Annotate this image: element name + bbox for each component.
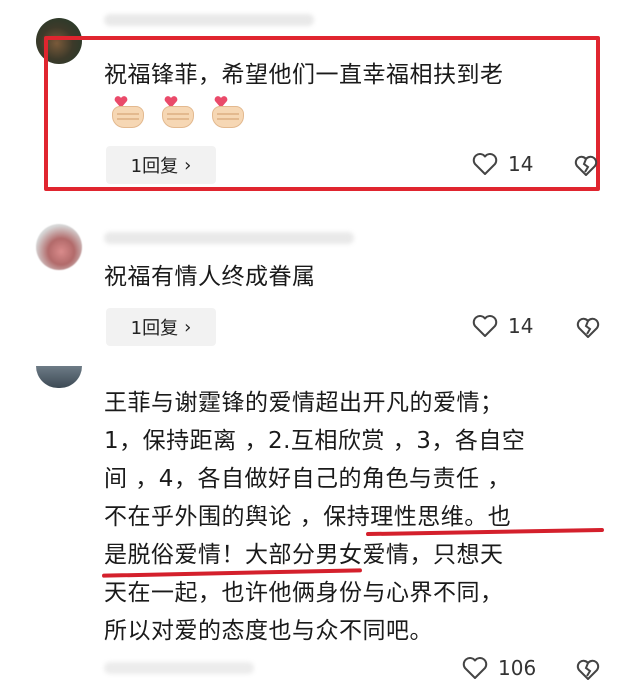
comment-text: 祝福有情人终成眷属 — [104, 264, 316, 290]
comment-text: 是脱俗爱情！大部分男女爱情，只想天 — [104, 542, 504, 568]
hand-heart-emoji-icon — [110, 96, 146, 130]
like-count: 14 — [508, 314, 534, 338]
reply-button[interactable]: 1回复 › — [106, 308, 216, 346]
dislike-icon[interactable] — [576, 658, 600, 682]
like-button[interactable]: 14 — [472, 314, 533, 338]
comment-text: 王菲与谢霆锋的爱情超出开凡的爱情； — [104, 390, 504, 416]
comment-text: 1，保持距离 ，2.互相欣赏 ，3，各自空 — [104, 428, 526, 454]
chevron-right-icon: › — [184, 154, 192, 176]
emoji-row — [110, 96, 246, 130]
like-button[interactable]: 106 — [462, 656, 536, 680]
reply-label: 1回复 — [130, 318, 179, 339]
like-count: 106 — [498, 656, 537, 680]
heart-outline-icon — [472, 153, 498, 175]
dislike-icon[interactable] — [574, 154, 598, 178]
comment-text: 间 ，4，各自做好自己的角色与责任 ， — [104, 466, 511, 492]
dislike-icon[interactable] — [576, 316, 600, 340]
username-blurred — [104, 14, 314, 26]
heart-outline-icon — [462, 657, 488, 679]
comment-text: 天在一起，也许他俩身份与心界不同， — [104, 580, 504, 606]
heart-outline-icon — [472, 315, 498, 337]
hand-heart-emoji-icon — [210, 96, 246, 130]
timestamp-blurred — [104, 662, 254, 674]
username-blurred — [104, 232, 354, 244]
avatar[interactable] — [36, 224, 82, 270]
comment-text: 祝福锋菲，希望他们一直幸福相扶到老 — [104, 62, 504, 88]
like-button[interactable]: 14 — [472, 152, 533, 176]
comment-text: 所以对爱的态度也与众不同吧。 — [104, 618, 433, 644]
avatar[interactable] — [36, 366, 82, 388]
hand-heart-emoji-icon — [160, 96, 196, 130]
reply-label: 1回复 — [130, 156, 179, 177]
like-count: 14 — [508, 152, 534, 176]
reply-button[interactable]: 1回复 › — [106, 146, 216, 184]
chevron-right-icon: › — [184, 316, 192, 338]
